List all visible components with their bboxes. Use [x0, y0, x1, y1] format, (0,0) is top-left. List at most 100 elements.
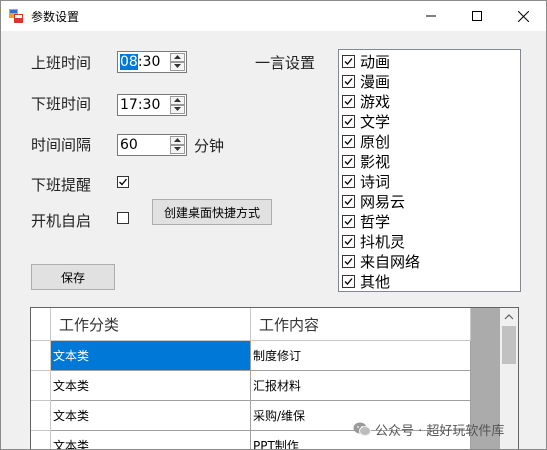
row-header[interactable] [31, 431, 51, 449]
work-start-hour: 08 [120, 54, 138, 70]
checkmark-icon [344, 217, 353, 225]
checkmark-icon [344, 97, 353, 105]
quote-item[interactable]: 其他 [342, 271, 390, 291]
quote-item[interactable]: 来自网络 [342, 251, 420, 271]
row-header[interactable] [31, 341, 51, 371]
quote-item-label: 其他 [360, 272, 391, 291]
quote-item[interactable]: 原创 [342, 131, 390, 151]
checkbox[interactable] [342, 174, 355, 188]
column-header-category[interactable]: 工作分类 [51, 308, 251, 341]
quote-item-label: 原创 [360, 132, 391, 151]
work-end-time-picker[interactable]: 17:30 [117, 94, 187, 116]
interval-label: 时间间隔 [31, 136, 92, 154]
checkbox[interactable] [342, 114, 355, 128]
watermark: 公众号 · 超好玩软件库 [353, 419, 504, 439]
checkmark-icon [344, 197, 353, 205]
row-header[interactable] [31, 401, 51, 431]
spin-up-icon[interactable] [170, 96, 185, 105]
settings-window: 参数设置 上班时间 08:30 下班时间 17:30 时间间隔 60 分钟 下班… [0, 0, 547, 450]
checkmark-icon [344, 237, 353, 245]
quote-item-label: 哲学 [360, 212, 391, 231]
maximize-button[interactable] [454, 1, 500, 31]
maximize-icon [472, 11, 482, 21]
quote-item-label: 来自网络 [360, 252, 421, 271]
interval-value: 60 [120, 137, 138, 153]
checkbox[interactable] [342, 234, 355, 248]
table-cell[interactable]: 文本类 [51, 371, 251, 401]
quote-type-checklist[interactable]: 动画 漫画 游戏 文学 原创 影视 诗词 网易云 哲学 抖机灵 来自网络 其他 [338, 49, 521, 292]
interval-unit: 分钟 [194, 137, 225, 155]
table-cell[interactable]: 文本类 [51, 341, 251, 371]
save-button[interactable]: 保存 [31, 264, 115, 290]
checkmark-icon [344, 77, 353, 85]
spin-down-icon[interactable] [170, 105, 185, 114]
quote-item[interactable]: 哲学 [342, 211, 390, 231]
work-start-label: 上班时间 [31, 54, 92, 72]
checkbox[interactable] [342, 94, 355, 108]
table-cell[interactable]: 文本类 [51, 401, 251, 431]
checkbox[interactable] [342, 134, 355, 148]
quote-item[interactable]: 影视 [342, 151, 390, 171]
work-end-value: 17:30 [120, 97, 161, 113]
row-header[interactable] [31, 371, 51, 401]
work-start-time-picker[interactable]: 08:30 [117, 51, 187, 73]
scrollbar-thumb[interactable] [502, 326, 516, 364]
quote-item[interactable]: 文学 [342, 111, 390, 131]
checkmark-icon [344, 137, 353, 145]
checkbox[interactable] [342, 54, 355, 68]
reminder-checkbox[interactable] [117, 176, 129, 188]
checkbox[interactable] [342, 74, 355, 88]
quote-item[interactable]: 诗词 [342, 171, 390, 191]
quote-item[interactable]: 网易云 [342, 191, 405, 211]
table-cell[interactable]: 文本类 [51, 431, 251, 449]
quote-item-label: 诗词 [360, 172, 391, 191]
quote-item[interactable]: 抖机灵 [342, 231, 405, 251]
autostart-checkbox[interactable] [117, 212, 129, 224]
app-icon [9, 9, 23, 23]
minimize-icon [426, 15, 436, 17]
minimize-button[interactable] [408, 1, 454, 31]
create-shortcut-button[interactable]: 创建桌面快捷方式 [152, 199, 272, 225]
table-cell[interactable]: 制度修订 [251, 341, 471, 371]
quote-item-label: 网易云 [360, 192, 406, 211]
corner-header [31, 308, 51, 341]
column-header-content[interactable]: 工作内容 [251, 308, 471, 341]
window-title: 参数设置 [31, 10, 80, 24]
checkmark-icon [344, 57, 353, 65]
spin-up-icon[interactable] [170, 53, 185, 62]
wechat-icon [353, 422, 371, 436]
checkmark-icon [344, 157, 353, 165]
interval-stepper[interactable]: 60 [117, 134, 187, 156]
spin-up-icon[interactable] [170, 136, 185, 145]
quote-item-label: 文学 [360, 112, 391, 131]
quote-item-label: 抖机灵 [360, 232, 406, 251]
quote-item-label: 游戏 [360, 92, 391, 111]
checkbox[interactable] [342, 254, 355, 268]
checkmark-icon [344, 257, 353, 265]
checkbox[interactable] [342, 274, 355, 288]
spin-down-icon[interactable] [170, 145, 185, 154]
checkmark-icon [344, 177, 353, 185]
checkmark-icon [344, 117, 353, 125]
spin-down-icon[interactable] [170, 62, 185, 71]
quote-item[interactable]: 动画 [342, 51, 390, 71]
close-button[interactable] [500, 1, 546, 31]
scroll-up-icon[interactable] [500, 308, 518, 326]
reminder-label: 下班提醒 [31, 176, 92, 194]
quote-item-label: 动画 [360, 52, 391, 71]
checkbox[interactable] [342, 214, 355, 228]
quote-item[interactable]: 漫画 [342, 71, 390, 91]
quote-item-label: 漫画 [360, 72, 391, 91]
work-end-label: 下班时间 [31, 95, 92, 113]
checkmark-icon [119, 178, 128, 186]
title-bar[interactable]: 参数设置 [1, 1, 546, 31]
close-icon [517, 10, 529, 22]
quotes-label: 一言设置 [255, 54, 316, 72]
checkbox[interactable] [342, 194, 355, 208]
quote-item[interactable]: 游戏 [342, 91, 390, 111]
watermark-text: 公众号 · 超好玩软件库 [375, 423, 505, 439]
quote-item-label: 影视 [360, 152, 391, 171]
table-cell[interactable]: 汇报材料 [251, 371, 471, 401]
checkbox[interactable] [342, 154, 355, 168]
work-start-minute: :30 [137, 54, 161, 70]
